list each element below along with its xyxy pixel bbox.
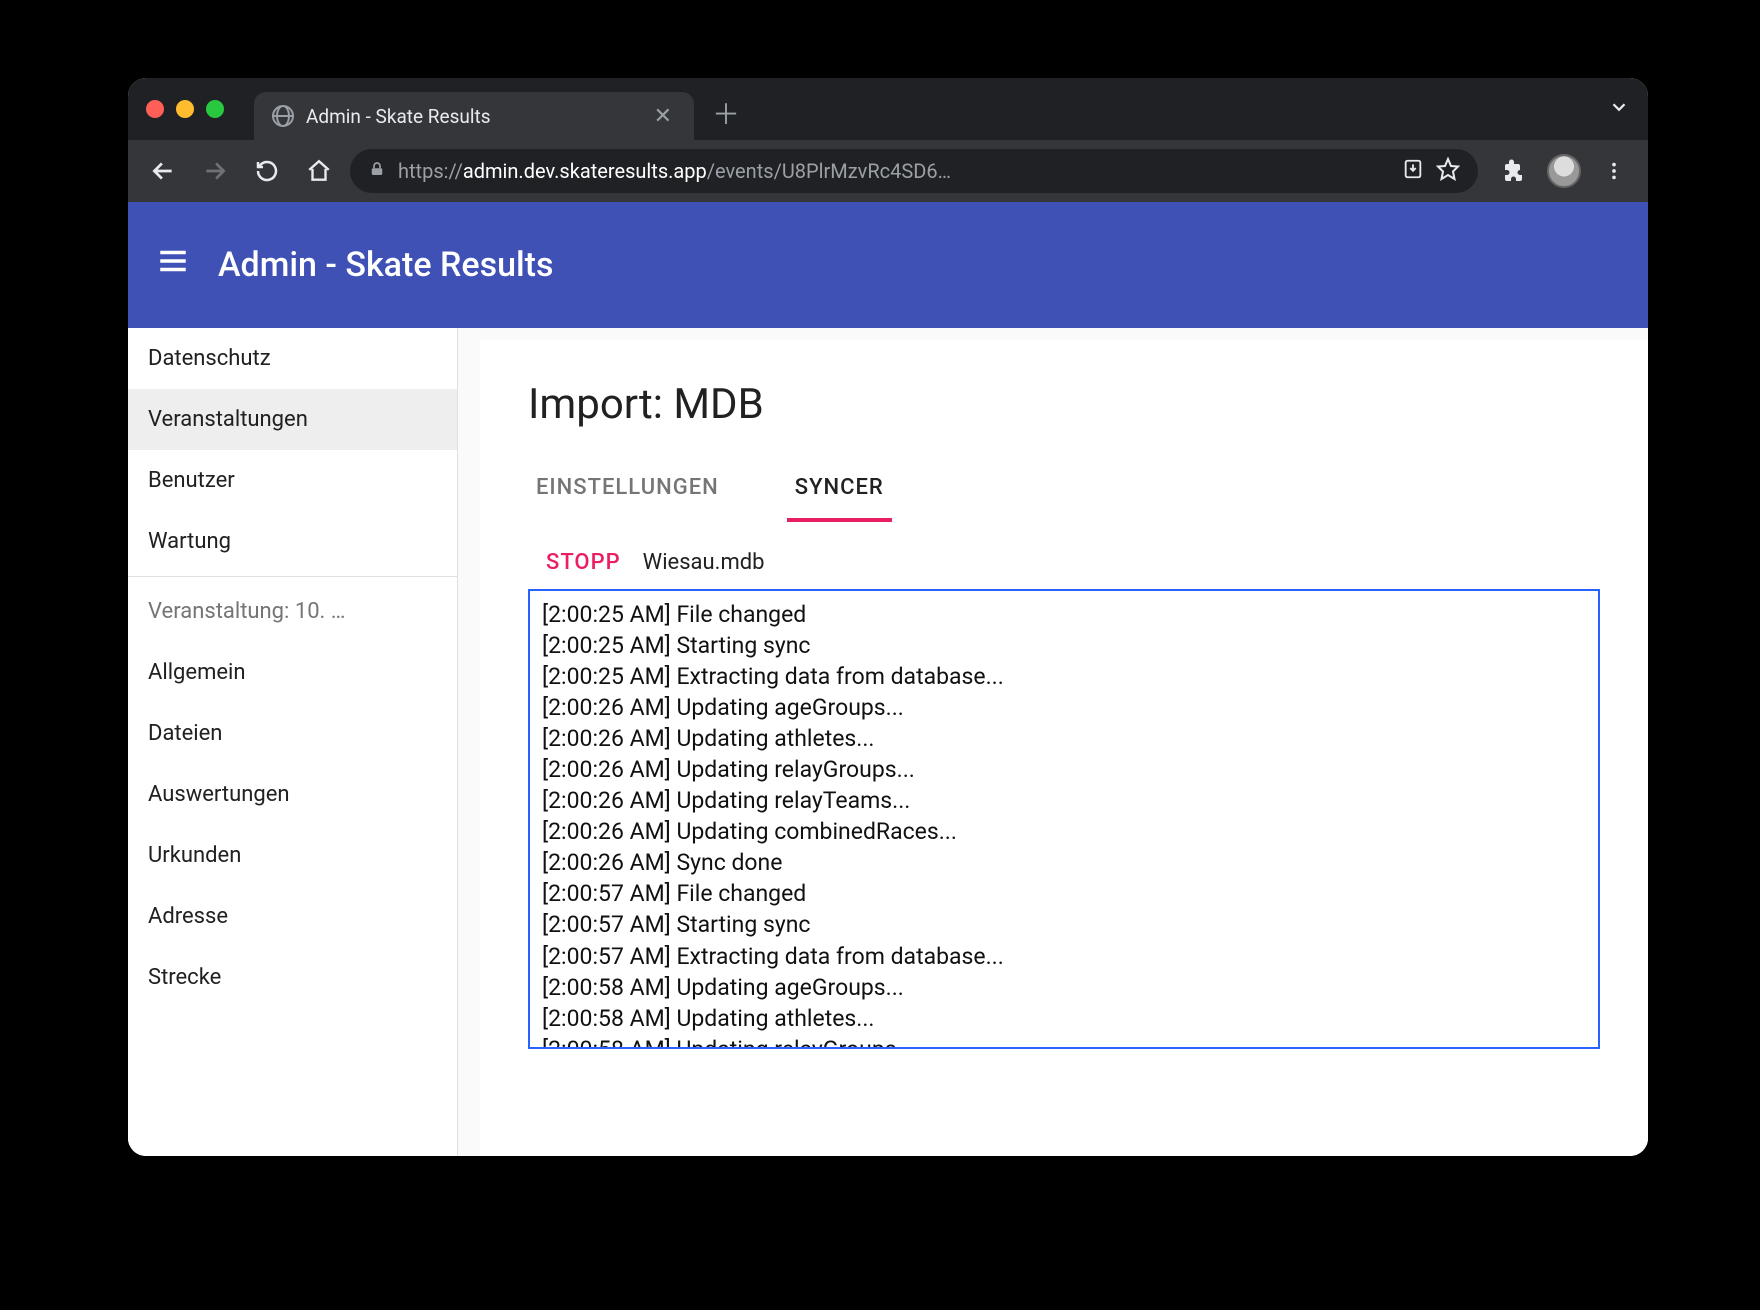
log-line: [2:00:57 AM] Starting sync	[542, 909, 1586, 940]
chrome-tab-strip: Admin - Skate Results ✕ ＋	[128, 78, 1648, 140]
sync-filename: Wiesau.mdb	[643, 550, 765, 575]
log-line: [2:00:26 AM] Updating relayTeams...	[542, 785, 1586, 816]
sidebar-item[interactable]: Adresse	[128, 886, 457, 947]
window-close-button[interactable]	[146, 100, 164, 118]
tab[interactable]: SYNCER	[787, 463, 892, 522]
back-button[interactable]	[142, 150, 184, 192]
log-line: [2:00:26 AM] Updating combinedRaces...	[542, 816, 1586, 847]
sidebar: DatenschutzVeranstaltungenBenutzerWartun…	[128, 328, 458, 1156]
window-minimize-button[interactable]	[176, 100, 194, 118]
main-panel: Import: MDB EINSTELLUNGEN SYNCER STOPP Wi…	[480, 340, 1648, 1156]
sidebar-item[interactable]: Allgemein	[128, 642, 457, 703]
log-line: [2:00:58 AM] Updating relayGroups...	[542, 1034, 1586, 1049]
chrome-menu-button[interactable]	[1594, 151, 1634, 191]
log-line: [2:00:58 AM] Updating ageGroups...	[542, 972, 1586, 1003]
sidebar-item[interactable]: Auswertungen	[128, 764, 457, 825]
log-line: [2:00:57 AM] Extracting data from databa…	[542, 941, 1586, 972]
sidebar-item[interactable]: Strecke	[128, 947, 457, 1008]
browser-window: Admin - Skate Results ✕ ＋ https://admin.…	[128, 78, 1648, 1156]
tabs: EINSTELLUNGEN SYNCER	[528, 463, 1600, 522]
home-button[interactable]	[298, 150, 340, 192]
url-text: https://admin.dev.skateresults.app/event…	[398, 159, 1390, 183]
syncer-controls: STOPP Wiesau.mdb	[546, 550, 1600, 575]
address-bar[interactable]: https://admin.dev.skateresults.app/event…	[350, 149, 1478, 193]
log-line: [2:00:58 AM] Updating athletes...	[542, 1003, 1586, 1034]
extensions-button[interactable]	[1494, 151, 1534, 191]
sidebar-divider	[128, 576, 457, 577]
install-app-icon[interactable]	[1402, 158, 1424, 185]
log-line: [2:00:26 AM] Updating relayGroups...	[542, 754, 1586, 785]
sync-log[interactable]: [2:00:25 AM] File changed[2:00:25 AM] St…	[528, 589, 1600, 1049]
toolbar-actions	[1494, 151, 1634, 191]
sidebar-section-header: Veranstaltung: 10. …	[128, 581, 457, 642]
tab[interactable]: EINSTELLUNGEN	[528, 463, 727, 522]
log-line: [2:00:26 AM] Sync done	[542, 847, 1586, 878]
close-tab-button[interactable]: ✕	[650, 104, 676, 129]
log-line: [2:00:25 AM] File changed	[542, 599, 1586, 630]
browser-tab[interactable]: Admin - Skate Results ✕	[254, 92, 694, 140]
forward-button[interactable]	[194, 150, 236, 192]
sidebar-item[interactable]: Urkunden	[128, 825, 457, 886]
window-zoom-button[interactable]	[206, 100, 224, 118]
chrome-toolbar: https://admin.dev.skateresults.app/event…	[128, 140, 1648, 202]
avatar-icon	[1547, 154, 1581, 188]
bookmark-star-icon[interactable]	[1436, 157, 1460, 186]
log-line: [2:00:26 AM] Updating ageGroups...	[542, 692, 1586, 723]
reload-button[interactable]	[246, 150, 288, 192]
log-line: [2:00:57 AM] File changed	[542, 878, 1586, 909]
sidebar-item[interactable]: Dateien	[128, 703, 457, 764]
profile-avatar[interactable]	[1544, 151, 1584, 191]
menu-button[interactable]	[156, 244, 190, 287]
stop-button[interactable]: STOPP	[546, 550, 621, 575]
new-tab-button[interactable]: ＋	[712, 93, 740, 133]
lock-icon	[368, 159, 386, 183]
log-line: [2:00:25 AM] Starting sync	[542, 630, 1586, 661]
app-title: Admin - Skate Results	[218, 245, 554, 285]
browser-tab-title: Admin - Skate Results	[306, 105, 638, 128]
tabs-dropdown-button[interactable]	[1608, 96, 1630, 122]
log-line: [2:00:25 AM] Extracting data from databa…	[542, 661, 1586, 692]
page-title: Import: MDB	[528, 380, 1600, 429]
sidebar-item[interactable]: Veranstaltungen	[128, 389, 457, 450]
log-line: [2:00:26 AM] Updating athletes...	[542, 723, 1586, 754]
app-header: Admin - Skate Results	[128, 202, 1648, 328]
sidebar-item[interactable]: Datenschutz	[128, 328, 457, 389]
traffic-lights	[146, 100, 224, 118]
sidebar-item[interactable]: Benutzer	[128, 450, 457, 511]
globe-icon	[272, 105, 294, 127]
content-area: DatenschutzVeranstaltungenBenutzerWartun…	[128, 328, 1648, 1156]
sidebar-item[interactable]: Wartung	[128, 511, 457, 572]
